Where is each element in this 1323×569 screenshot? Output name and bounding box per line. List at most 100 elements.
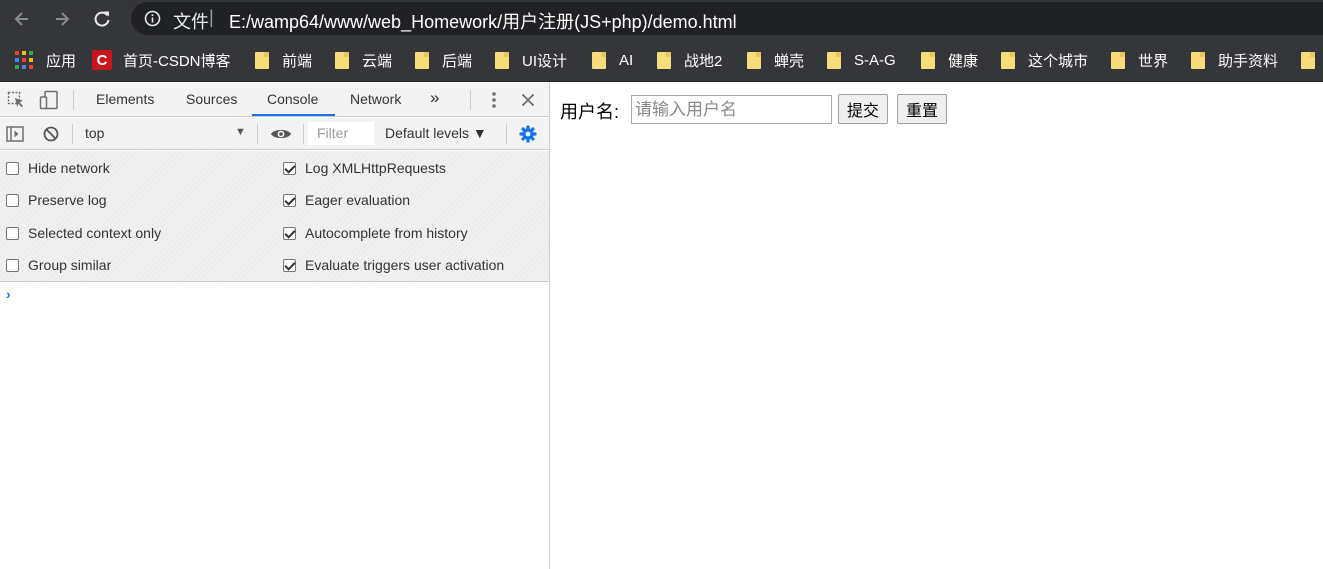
bookmark-apps[interactable]: 应用 [15, 49, 76, 71]
group-similar-checkbox[interactable] [6, 258, 19, 272]
tab-elements[interactable]: Elements [96, 91, 154, 107]
console-settings-pane: Hide network Preserve log Selected conte… [0, 151, 549, 282]
option-label: Eager evaluation [305, 192, 411, 208]
option-autocomplete-history[interactable]: Autocomplete from history [283, 225, 468, 241]
folder-icon [657, 51, 671, 69]
option-preserve-log[interactable]: Preserve log [6, 192, 107, 208]
eager-evaluation-checkbox[interactable] [283, 193, 296, 207]
bookmark-folder-ai[interactable]: AI [592, 49, 633, 71]
devtools-tabbar: Elements Sources Console Network » [0, 83, 549, 117]
bookmark-label: 蝉壳 [774, 52, 805, 70]
clear-console-button[interactable] [41, 124, 61, 144]
autocomplete-history-checkbox[interactable] [283, 226, 296, 240]
folder-icon [495, 51, 509, 69]
bookmark-label: AI [619, 51, 634, 69]
execution-context-select[interactable]: top [85, 125, 104, 141]
preserve-log-checkbox[interactable] [6, 193, 19, 207]
bookmark-folder-overflow[interactable] [1301, 49, 1323, 71]
folder-icon [921, 51, 935, 69]
inspect-cursor-icon [7, 91, 23, 108]
username-label: 用户名: [560, 102, 620, 122]
reset-button[interactable]: 重置 [897, 94, 948, 124]
bookmark-label: 首页-CSDN博客 [123, 52, 231, 70]
option-label: Preserve log [28, 192, 107, 208]
log-levels-dropdown[interactable]: Default levels ▼ [385, 125, 487, 141]
selected-context-checkbox[interactable] [6, 226, 19, 240]
option-evaluate-triggers-activation[interactable]: Evaluate triggers user activation [283, 257, 504, 273]
csdn-logo-icon: C [92, 50, 112, 70]
console-settings-button[interactable] [518, 124, 538, 144]
info-icon[interactable] [144, 10, 161, 27]
option-label: Log XMLHttpRequests [305, 160, 446, 176]
back-button[interactable] [10, 7, 34, 31]
evaluate-triggers-checkbox[interactable] [283, 258, 296, 272]
option-log-xmlhttprequests[interactable]: Log XMLHttpRequests [283, 160, 446, 176]
device-toolbar-button[interactable] [38, 89, 60, 111]
console-prompt-icon[interactable]: › [6, 286, 11, 302]
bookmark-label: 战地2 [684, 52, 723, 70]
forward-button[interactable] [50, 7, 74, 31]
tab-network[interactable]: Network [350, 91, 401, 107]
address-bar[interactable]: 文件 | E:/wamp64/www/web_Homework/用户注册(JS+… [131, 2, 1323, 35]
toggle-sidebar-button[interactable] [5, 124, 25, 144]
submit-button[interactable]: 提交 [838, 94, 889, 124]
folder-icon [255, 51, 269, 69]
username-input[interactable] [631, 95, 832, 124]
bookmark-folder-ui-design[interactable]: UI设计 [495, 49, 567, 71]
live-expression-button[interactable] [269, 124, 293, 144]
bookmark-folder-world[interactable]: 世界 [1111, 49, 1168, 71]
kebab-menu-icon [492, 92, 496, 108]
sidebar-toggle-icon [6, 126, 24, 142]
option-label: Autocomplete from history [305, 225, 468, 241]
option-label: Group similar [28, 257, 112, 273]
bookmark-label: 这个城市 [1028, 52, 1089, 70]
filter-field [308, 122, 374, 145]
hide-network-checkbox[interactable] [6, 161, 19, 175]
back-arrow-icon [14, 12, 28, 26]
apps-grid-icon [15, 51, 33, 69]
toolbar-divider [506, 124, 507, 144]
bookmark-label: 应用 [46, 52, 77, 70]
bookmark-folder-chanke[interactable]: 蝉壳 [747, 49, 804, 71]
more-tabs-button[interactable]: » [430, 88, 439, 108]
inspect-element-button[interactable] [6, 90, 26, 110]
bookmark-folder-frontend[interactable]: 前端 [255, 49, 312, 71]
forward-arrow-icon [56, 12, 70, 26]
reload-button[interactable] [90, 7, 114, 31]
option-hide-network[interactable]: Hide network [6, 160, 110, 176]
bookmark-folder-cloud[interactable]: 云端 [335, 49, 392, 71]
tabbar-divider [470, 90, 471, 110]
bookmark-label: S-A-G [854, 51, 896, 69]
log-xhr-checkbox[interactable] [283, 161, 296, 175]
folder-icon [335, 51, 349, 69]
bookmark-folder-assistant[interactable]: 助手资料 [1191, 49, 1278, 71]
url-text[interactable]: E:/wamp64/www/web_Homework/用户注册(JS+php)/… [229, 8, 737, 34]
url-separator: | [209, 7, 214, 27]
bookmark-folder-battlefield2[interactable]: 战地2 [657, 49, 722, 71]
close-devtools-button[interactable] [518, 90, 538, 110]
devtools-menu-button[interactable] [484, 90, 504, 110]
bookmark-csdn[interactable]: C 首页-CSDN博客 [92, 49, 231, 71]
bookmark-folder-this-city[interactable]: 这个城市 [1001, 49, 1088, 71]
folder-icon [1111, 51, 1125, 69]
bookmark-folder-health[interactable]: 健康 [921, 49, 978, 71]
folder-icon [747, 51, 761, 69]
reload-icon [94, 11, 110, 27]
tab-sources[interactable]: Sources [186, 91, 237, 107]
toolbar-divider [303, 124, 304, 144]
bookmark-label: 云端 [362, 52, 393, 70]
bookmark-folder-sag[interactable]: S-A-G [827, 49, 896, 71]
option-group-similar[interactable]: Group similar [6, 257, 111, 273]
bookmark-label: 前端 [282, 52, 313, 70]
active-tab-indicator [252, 114, 335, 116]
context-dropdown-arrow-icon[interactable]: ▼ [235, 126, 246, 138]
folder-icon [827, 51, 841, 69]
option-label: Evaluate triggers user activation [305, 257, 505, 273]
filter-input[interactable] [308, 122, 368, 143]
folder-icon [1191, 51, 1205, 69]
bookmark-folder-backend[interactable]: 后端 [415, 49, 472, 71]
option-selected-context-only[interactable]: Selected context only [6, 225, 161, 241]
close-icon [521, 93, 535, 107]
option-eager-evaluation[interactable]: Eager evaluation [283, 192, 410, 208]
tab-console[interactable]: Console [267, 91, 318, 107]
